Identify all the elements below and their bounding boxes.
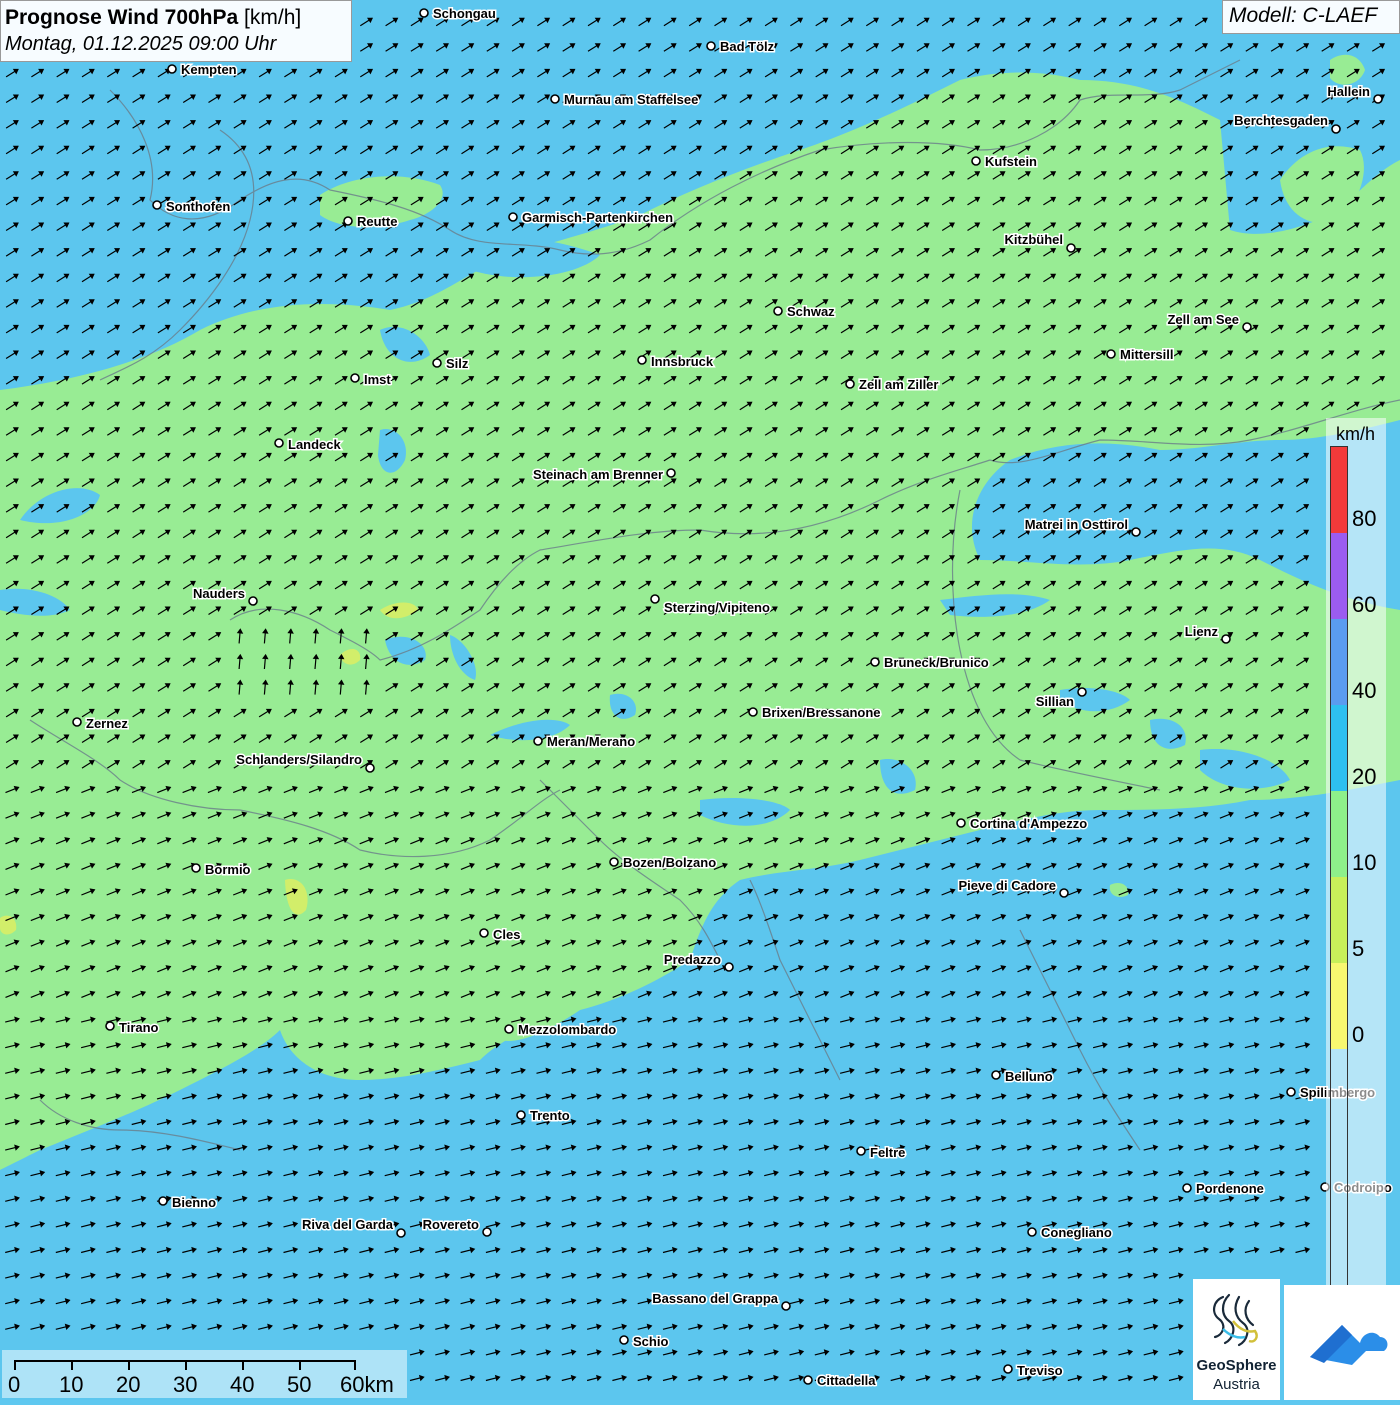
- wind-map: SchongauBad TölzKemptenMurnau am Staffel…: [0, 0, 1400, 1400]
